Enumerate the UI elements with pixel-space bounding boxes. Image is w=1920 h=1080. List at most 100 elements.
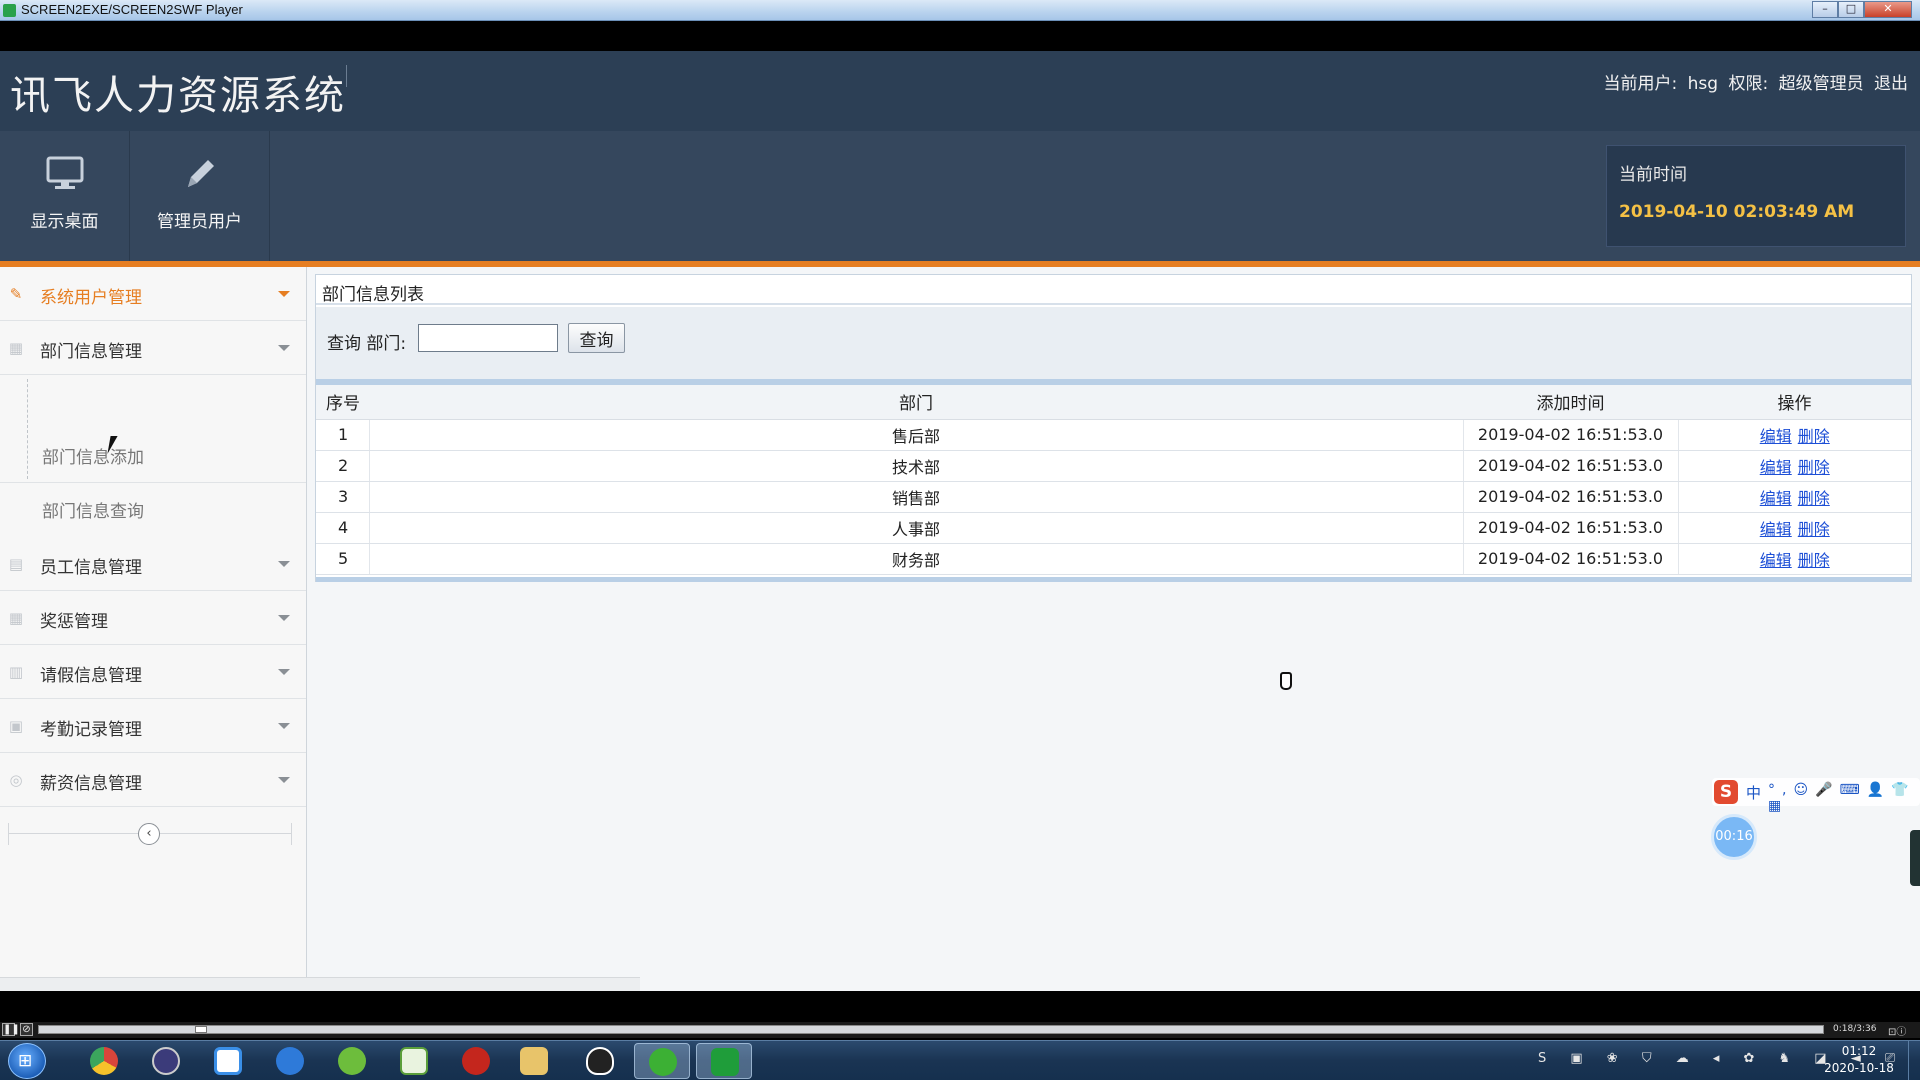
ime-toolbar[interactable]: S 中 °,☺🎤⌨👤👕▦ xyxy=(1712,778,1920,814)
sidebar-item-label: 奖惩管理 xyxy=(40,612,108,632)
row-time: 2019-04-02 16:51:53.0 xyxy=(1463,543,1679,575)
taskbar-app-leaf[interactable] xyxy=(324,1043,380,1079)
submenu-item-dept-query[interactable]: 部门信息查询 xyxy=(42,497,144,522)
edit-link[interactable]: 编辑 xyxy=(1760,551,1792,570)
leaf-icon xyxy=(338,1047,366,1075)
edit-link[interactable]: 编辑 xyxy=(1760,489,1792,508)
recording-timer[interactable]: 00:16 xyxy=(1711,814,1757,860)
taskbar-app-chart[interactable] xyxy=(386,1043,442,1079)
admin-user-button[interactable]: 管理员用户 xyxy=(130,131,270,261)
delete-link[interactable]: 删除 xyxy=(1798,427,1830,446)
submenu-item-dept-add[interactable]: 部门信息添加 xyxy=(42,443,144,468)
search-label: 查询 部门: xyxy=(327,334,407,354)
current-time-label: 当前时间 xyxy=(1619,165,1687,185)
column-header-ops: 操作 xyxy=(1678,385,1911,420)
playback-time: 0:18/3:36 xyxy=(1833,1024,1877,1034)
current-user-label: 当前用户: xyxy=(1603,74,1678,94)
title-divider xyxy=(346,65,347,87)
query-button[interactable]: 查询 xyxy=(568,323,625,353)
delete-link[interactable]: 删除 xyxy=(1798,458,1830,477)
table-row: 5 财务部 2019-04-02 16:51:53.0 编辑 删除 xyxy=(316,543,1911,575)
row-actions: 编辑 删除 xyxy=(1678,512,1911,544)
circle-icon: ◎ xyxy=(9,771,23,789)
taskbar-app-eclipse[interactable] xyxy=(138,1043,194,1079)
submenu-guide-line xyxy=(27,379,28,479)
close-button[interactable]: ✕ xyxy=(1864,1,1912,18)
status-strip xyxy=(0,977,640,991)
sidebar-item-salary[interactable]: ◎ 薪资信息管理 xyxy=(0,753,306,807)
row-seq: 3 xyxy=(316,481,370,513)
table-icon: ▥ xyxy=(8,663,24,681)
monitor-icon xyxy=(45,153,85,193)
ime-tool-icons[interactable]: °,☺🎤⌨👤👕▦ xyxy=(1768,782,1920,814)
chrome-icon xyxy=(90,1047,118,1075)
sidebar-item-label: 请假信息管理 xyxy=(40,666,142,686)
taskbar-app-explorer[interactable] xyxy=(506,1043,562,1079)
column-header-dept: 部门 xyxy=(369,385,1463,420)
pause-button[interactable]: ❚❚ xyxy=(2,1023,20,1036)
ime-mode-toggle[interactable]: 中 xyxy=(1746,782,1761,803)
collapse-divider-right xyxy=(291,823,292,845)
chevron-down-icon xyxy=(278,345,290,351)
department-search-input[interactable] xyxy=(418,324,558,352)
taskbar-app-recorder[interactable] xyxy=(696,1043,752,1079)
taskbar-app-netdisk[interactable] xyxy=(200,1043,256,1079)
side-panel-handle[interactable] xyxy=(1910,830,1920,886)
clock-date: 2020-10-18 xyxy=(1824,1061,1894,1075)
wechat-icon xyxy=(649,1048,677,1076)
taskbar-app-qq[interactable] xyxy=(572,1043,628,1079)
hr-app: 讯飞人力资源系统 当前用户: hsg 权限: 超级管理员 退出 显示桌面 管理员… xyxy=(0,51,1920,991)
taskbar-app-chrome[interactable] xyxy=(76,1043,132,1079)
sidebar-item-attendance[interactable]: ▣ 考勤记录管理 xyxy=(0,699,306,753)
player-extra-buttons[interactable]: ⊡ⓘ xyxy=(1888,1023,1906,1038)
minimize-button[interactable]: – xyxy=(1812,1,1838,18)
department-list-panel: 部门信息列表 查询 部门: 查询 序号 部门 添加时间 操作 1 售后部 201… xyxy=(315,274,1912,582)
screen: SCREEN2EXE/SCREEN2SWF Player – □ ✕ 讯飞人力资… xyxy=(0,0,1920,1080)
app-toolbar: 显示桌面 管理员用户 当前时间 2019-04-10 02:03:49 AM xyxy=(0,131,1920,261)
row-dept: 售后部 xyxy=(369,419,1464,451)
sidebar-item-rewards[interactable]: ▦ 奖惩管理 xyxy=(0,591,306,645)
show-desktop-corner[interactable] xyxy=(1908,1041,1920,1080)
show-desktop-button[interactable]: 显示桌面 xyxy=(0,131,130,261)
netdisk-icon xyxy=(214,1047,242,1075)
qq-penguin-icon xyxy=(586,1047,614,1075)
seek-thumb[interactable] xyxy=(195,1026,207,1033)
row-actions: 编辑 删除 xyxy=(1678,543,1911,575)
stop-button[interactable]: ⊘ xyxy=(20,1023,33,1036)
sidebar-item-departments[interactable]: ▦ 部门信息管理 xyxy=(0,321,306,375)
sidebar-item-leave[interactable]: ▥ 请假信息管理 xyxy=(0,645,306,699)
sidebar-item-system-users[interactable]: ✎ 系统用户管理 xyxy=(0,267,306,321)
pencil-icon: ✎ xyxy=(9,285,23,303)
eclipse-icon xyxy=(152,1047,180,1075)
taskbar-app-flash[interactable] xyxy=(448,1043,504,1079)
start-button[interactable]: ⊞ xyxy=(8,1043,46,1079)
table-row: 2 技术部 2019-04-02 16:51:53.0 编辑 删除 xyxy=(316,450,1911,482)
logout-link[interactable]: 退出 xyxy=(1874,74,1908,94)
sidebar-collapse-button[interactable]: ‹ xyxy=(138,823,160,845)
maximize-button[interactable]: □ xyxy=(1838,1,1864,18)
row-seq: 4 xyxy=(316,512,370,544)
chevron-down-icon xyxy=(278,777,290,783)
taskbar-clock[interactable]: 01:12 2020-10-18 xyxy=(1818,1043,1900,1077)
sogou-logo-icon[interactable]: S xyxy=(1714,780,1738,804)
edit-link[interactable]: 编辑 xyxy=(1760,520,1792,539)
folder-icon xyxy=(520,1047,548,1075)
taskbar-app-browser[interactable] xyxy=(262,1043,318,1079)
hand-cursor-icon xyxy=(1280,672,1292,690)
sidebar-item-employees[interactable]: ▤ 员工信息管理 xyxy=(0,537,306,591)
grid-icon: ▦ xyxy=(8,609,24,627)
edit-link[interactable]: 编辑 xyxy=(1760,458,1792,477)
player-titlebar[interactable]: SCREEN2EXE/SCREEN2SWF Player – □ ✕ xyxy=(0,0,1920,21)
edit-link[interactable]: 编辑 xyxy=(1760,427,1792,446)
delete-link[interactable]: 删除 xyxy=(1798,551,1830,570)
role-value: 超级管理员 xyxy=(1778,74,1864,94)
seek-bar[interactable] xyxy=(38,1025,1824,1034)
calendar-icon: ▣ xyxy=(8,717,24,735)
delete-link[interactable]: 删除 xyxy=(1798,489,1830,508)
current-time-value: 2019-04-10 02:03:49 AM xyxy=(1619,202,1855,222)
row-actions: 编辑 删除 xyxy=(1678,450,1911,482)
delete-link[interactable]: 删除 xyxy=(1798,520,1830,539)
taskbar-app-wechat[interactable] xyxy=(634,1043,690,1079)
windows-logo-icon: ⊞ xyxy=(18,1051,33,1071)
row-dept: 财务部 xyxy=(369,543,1464,575)
